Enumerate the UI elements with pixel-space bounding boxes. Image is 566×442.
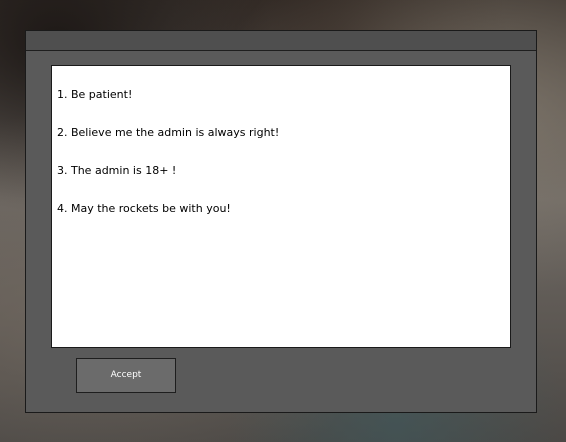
rule-item: 3. The admin is 18+ !: [57, 164, 177, 177]
accept-button[interactable]: Accept: [76, 358, 176, 393]
rule-item: 4. May the rockets be with you!: [57, 202, 231, 215]
rule-item: 1. Be patient!: [57, 88, 133, 101]
rules-text-panel[interactable]: 1. Be patient! 2. Believe me the admin i…: [51, 65, 511, 348]
rule-item: 2. Believe me the admin is always right!: [57, 126, 280, 139]
window-titlebar[interactable]: [26, 31, 536, 51]
rules-window: 1. Be patient! 2. Believe me the admin i…: [25, 30, 537, 413]
